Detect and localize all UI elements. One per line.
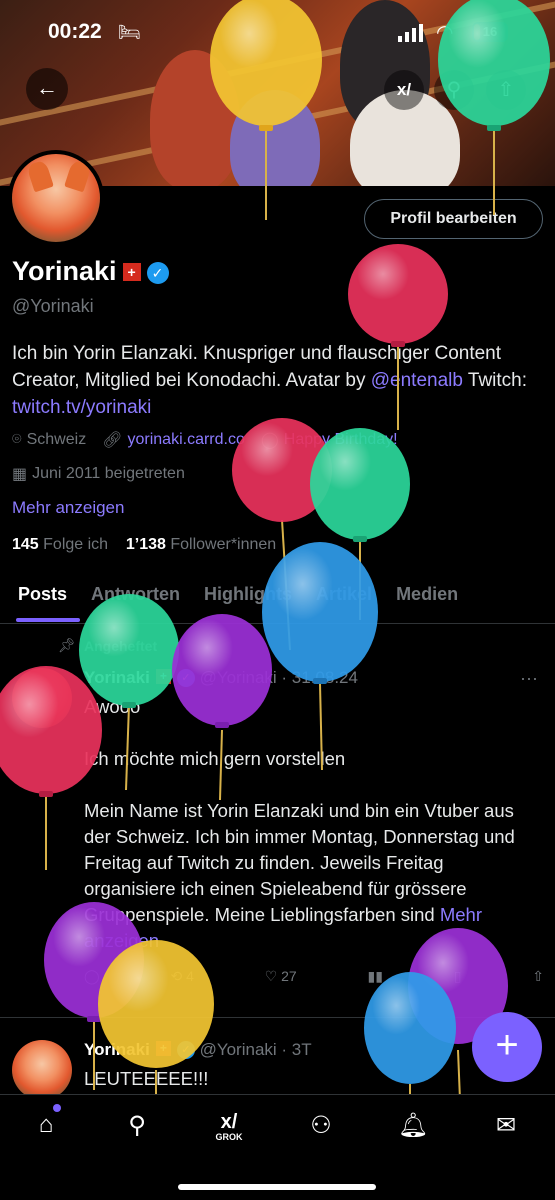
followers-label: Follower*innen	[170, 536, 277, 553]
messages-icon[interactable]: ✉	[486, 1111, 526, 1140]
retweet-button[interactable]: ⟲ 4	[170, 968, 193, 985]
location-pin-icon: ⌾	[12, 431, 22, 448]
post-handle-date: @Yorinaki · 3T	[199, 1040, 312, 1059]
post-avatar[interactable]	[12, 668, 72, 728]
like-button[interactable]: ♡ 27	[265, 968, 297, 985]
status-bar: 00:22 🛏 ◠ 16	[0, 0, 555, 64]
verified-badge-icon: ✓	[176, 1041, 195, 1059]
cellular-signal-icon	[398, 24, 423, 42]
post-line: Awooo	[84, 696, 141, 717]
swiss-flag-icon: +	[155, 669, 171, 684]
post-header: Yorinaki + ✓ @Yorinaki · 31.08.24	[84, 668, 358, 688]
post-actions: ◯ ⟲ 4 ♡ 27 ▮▮ ▯ ⇧	[84, 968, 544, 985]
bookmark-icon[interactable]: ▯	[454, 968, 462, 985]
avatar-ear	[64, 159, 92, 193]
search-icon[interactable]: ⚲	[117, 1111, 157, 1140]
views-icon[interactable]: ▮▮	[368, 968, 383, 985]
following-label: Folge ich	[43, 536, 109, 553]
link-icon: 🔗︎	[102, 432, 123, 449]
tab-highlights[interactable]: Highlights	[192, 574, 304, 623]
sleep-mode-icon: 🛏	[118, 22, 141, 42]
home-indicator	[178, 1184, 376, 1190]
post-body[interactable]: Awooo Ich möchte mich gern vorstellen Me…	[84, 694, 539, 954]
reply-icon[interactable]: ◯	[84, 968, 100, 985]
followers-count: 1’138	[125, 536, 166, 553]
followers-link[interactable]: 1’138 Follower*innen	[126, 536, 276, 553]
profile-name: Yorinaki + ✓	[12, 256, 169, 287]
wifi-icon: ◠	[436, 22, 454, 44]
post-avatar[interactable]	[12, 1040, 72, 1100]
swiss-flag-icon: +	[122, 263, 141, 281]
joined-row: ▦ Juni 2011 beigetreten	[12, 464, 185, 484]
location-text: Schweiz	[26, 431, 87, 448]
notifications-icon[interactable]: 🔔︎	[393, 1111, 433, 1140]
heart-icon: ♡	[264, 968, 278, 984]
swiss-flag-icon: +	[155, 1041, 171, 1056]
following-count: 145	[12, 536, 39, 553]
post-more-icon[interactable]: ···	[520, 668, 538, 689]
home-icon[interactable]: ⌂	[26, 1111, 66, 1139]
communities-icon[interactable]: ⚇	[301, 1111, 341, 1140]
back-button[interactable]: ←	[26, 68, 68, 110]
compose-post-button[interactable]: +	[472, 1012, 542, 1082]
birthday-text: Happy Birthday!	[283, 431, 398, 448]
avatar-ear	[26, 159, 54, 193]
joined-text: Juni 2011 beigetreten	[32, 465, 185, 482]
show-more-link[interactable]: Mehr anzeigen	[12, 498, 124, 518]
pin-icon: 📌︎	[58, 637, 76, 653]
profile-avatar[interactable]	[8, 150, 104, 246]
post-header: Yorinaki + ✓ @Yorinaki · 3T	[84, 1040, 312, 1060]
profile-tabs: Posts Antworten Highlights Artikel Medie…	[0, 574, 555, 624]
balloon-icon: ◯	[260, 432, 279, 449]
post-body[interactable]: LEUTEEEEE!!!	[84, 1066, 539, 1092]
bio-mention-link[interactable]: @entenalb	[371, 370, 463, 391]
post-handle-date: @Yorinaki · 31.08.24	[199, 668, 358, 687]
following-link[interactable]: 145 Folge ich	[12, 536, 108, 553]
status-time: 00:22	[48, 20, 102, 43]
calendar-icon: ▦	[12, 466, 28, 483]
website-link[interactable]: yorinaki.carrd.co	[128, 431, 245, 449]
grok-icon[interactable]: x/GROK	[209, 1111, 249, 1142]
post-line: Ich möchte mich gern vorstellen	[84, 748, 346, 769]
edit-profile-button[interactable]: Profil bearbeiten	[364, 199, 543, 239]
verified-badge-icon: ✓	[146, 262, 169, 284]
profile-bio: Ich bin Yorin Elanzaki. Knuspriger und f…	[12, 340, 532, 421]
tab-replies[interactable]: Antworten	[79, 574, 192, 623]
tab-media[interactable]: Medien	[384, 574, 470, 623]
profile-handle: @Yorinaki	[12, 296, 94, 316]
retweet-count: 4	[186, 968, 194, 984]
tab-articles[interactable]: Artikel	[304, 574, 384, 623]
banner-character	[150, 50, 240, 186]
bio-twitch-label: Twitch:	[462, 370, 528, 391]
follow-counts: 145 Folge ich 1’138 Follower*innen	[12, 536, 276, 554]
pinned-label: Angeheftet	[84, 638, 158, 654]
tab-posts[interactable]: Posts	[0, 574, 79, 623]
banner-character	[230, 90, 320, 186]
verified-badge-icon: ✓	[176, 669, 195, 687]
active-tab-indicator	[16, 618, 80, 622]
home-notification-dot	[53, 1104, 61, 1112]
profile-meta-row: ⌾ Schweiz 🔗︎ yorinaki.carrd.co ◯ Happy Birt…	[12, 430, 398, 450]
grok-icon[interactable]: x/	[384, 70, 424, 110]
post-author-name[interactable]: Yorinaki	[84, 1040, 150, 1059]
website[interactable]: 🔗︎ yorinaki.carrd.co	[102, 430, 245, 450]
battery-indicator: 16	[472, 22, 508, 42]
grok-label: GROK	[215, 1132, 243, 1142]
battery-level: 16	[482, 24, 498, 39]
bio-twitch-link[interactable]: twitch.tv/yorinaki	[12, 397, 151, 418]
share-icon[interactable]: ⇧	[486, 70, 526, 110]
display-name: Yorinaki	[12, 256, 117, 286]
share-icon[interactable]: ⇧	[532, 968, 544, 985]
location: ⌾ Schweiz	[12, 431, 86, 449]
like-count: 27	[281, 968, 297, 984]
retweet-icon: ⟲	[170, 968, 183, 984]
post-author-name[interactable]: Yorinaki	[84, 668, 150, 687]
post-divider	[0, 1017, 555, 1018]
birthday: ◯ Happy Birthday!	[261, 430, 398, 450]
search-icon[interactable]: ⚲	[434, 70, 474, 110]
